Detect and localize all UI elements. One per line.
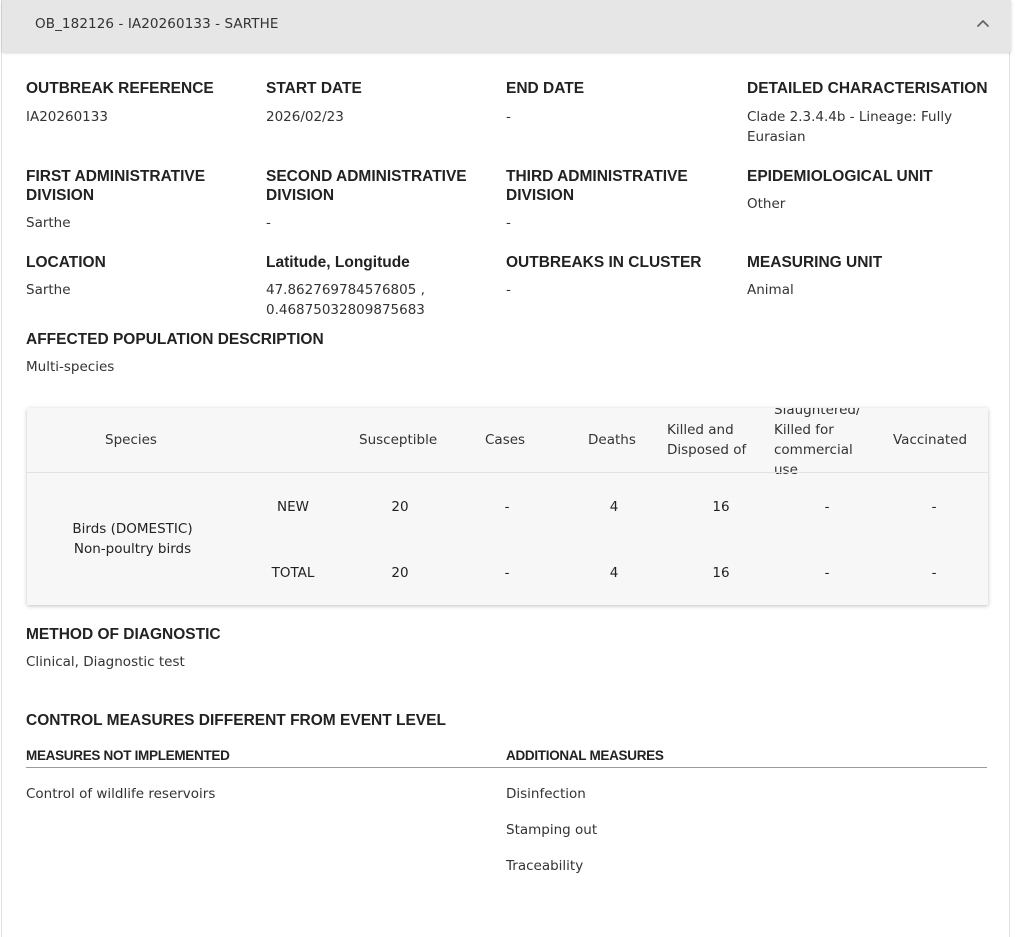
second-admin-label-line2: DIVISION bbox=[266, 187, 335, 204]
panel-title: OB_182126 - IA20260133 - SARTHE bbox=[35, 16, 279, 32]
lat-long-label: Latitude, Longitude bbox=[266, 254, 410, 271]
additional-measure-item: Disinfection bbox=[506, 786, 586, 802]
affected-population-label: AFFECTED POPULATION DESCRIPTION bbox=[26, 331, 324, 348]
divider bbox=[26, 767, 507, 768]
third-admin-label-line2: DIVISION bbox=[506, 187, 575, 204]
header-deaths: Deaths bbox=[588, 432, 636, 448]
end-date-label: END DATE bbox=[506, 80, 585, 97]
cell-cases: - bbox=[504, 499, 510, 515]
header-slaughtered-line1: Slaughtered/ bbox=[774, 408, 861, 418]
third-admin-value: - bbox=[506, 215, 511, 231]
detailed-characterisation-value-line1: Clade 2.3.4.4b - Lineage: Fully bbox=[747, 109, 953, 125]
affected-population-value: Multi-species bbox=[26, 359, 115, 375]
outbreaks-in-cluster-label: OUTBREAKS IN CLUSTER bbox=[506, 254, 702, 271]
cell-susceptible: 20 bbox=[391, 499, 409, 515]
cell-killed: 16 bbox=[712, 565, 730, 581]
first-admin-label-line2: DIVISION bbox=[26, 187, 95, 204]
species-name-line1: Birds (DOMESTIC) bbox=[72, 521, 193, 537]
additional-measure-item: Stamping out bbox=[506, 822, 598, 838]
outbreak-panel: OB_182126 - IA20260133 - SARTHE OUTBREAK… bbox=[1, 0, 1011, 937]
third-admin-label-line1: THIRD ADMINISTRATIVE bbox=[506, 168, 688, 185]
header-slaughtered-line4: use bbox=[774, 462, 798, 478]
additional-measures-label: ADDITIONAL MEASURES bbox=[506, 748, 664, 763]
measure-not-implemented-item: Control of wildlife reservoirs bbox=[26, 786, 216, 802]
cell-cases: - bbox=[504, 565, 510, 581]
method-of-diagnostic-label: METHOD OF DIAGNOSTIC bbox=[26, 626, 221, 643]
start-date-value: 2026/02/23 bbox=[266, 109, 344, 125]
row-type: NEW bbox=[277, 499, 309, 515]
cell-vaccinated: - bbox=[931, 499, 937, 515]
cell-deaths: 4 bbox=[609, 499, 619, 515]
location-label: LOCATION bbox=[26, 254, 106, 271]
header-killed-line1: Killed and bbox=[667, 422, 734, 438]
divider bbox=[506, 767, 987, 768]
location-value: Sarthe bbox=[26, 282, 71, 298]
cell-slaughtered: - bbox=[824, 565, 830, 581]
first-admin-value: Sarthe bbox=[26, 215, 71, 231]
header-cases: Cases bbox=[485, 432, 526, 448]
first-admin-label-line1: FIRST ADMINISTRATIVE bbox=[26, 168, 206, 185]
detailed-characterisation-label: DETAILED CHARACTERISATION bbox=[747, 80, 988, 97]
detailed-characterisation-value-line2: Eurasian bbox=[747, 129, 806, 145]
species-name-line2: Non-poultry birds bbox=[73, 541, 192, 557]
header-slaughtered-line2: Killed for bbox=[774, 422, 834, 438]
end-date-value: - bbox=[506, 109, 511, 125]
measuring-unit-value: Animal bbox=[747, 282, 794, 298]
header-vaccinated: Vaccinated bbox=[893, 432, 968, 448]
header-species: Species bbox=[105, 432, 157, 448]
header-susceptible: Susceptible bbox=[359, 432, 438, 448]
cell-vaccinated: - bbox=[931, 565, 937, 581]
measures-not-implemented-label: MEASURES NOT IMPLEMENTED bbox=[26, 748, 230, 763]
lat-long-value-line1: 47.862769784576805 , bbox=[266, 282, 425, 298]
lat-long-value-line2: 0.46875032809875683 bbox=[266, 302, 425, 318]
control-measures-title: CONTROL MEASURES DIFFERENT FROM EVENT LE… bbox=[26, 712, 446, 729]
second-admin-value: - bbox=[266, 215, 271, 231]
method-of-diagnostic-value: Clinical, Diagnostic test bbox=[26, 654, 185, 670]
second-admin-label-line1: SECOND ADMINISTRATIVE bbox=[266, 168, 467, 185]
table-header-divider bbox=[27, 472, 988, 473]
epidemiological-unit-value: Other bbox=[747, 196, 786, 212]
species-table: Species Susceptible Cases Deaths Killed … bbox=[27, 408, 988, 605]
chevron-up-icon[interactable] bbox=[973, 14, 993, 34]
header-killed-line2: Disposed of bbox=[667, 442, 747, 458]
outbreak-reference-label: OUTBREAK REFERENCE bbox=[26, 80, 214, 97]
cell-deaths: 4 bbox=[609, 565, 619, 581]
outbreak-reference-value: IA20260133 bbox=[26, 109, 108, 125]
header-slaughtered-line3: commercial bbox=[774, 442, 853, 458]
row-type: TOTAL bbox=[271, 565, 315, 581]
start-date-label: START DATE bbox=[266, 80, 362, 97]
panel-header[interactable]: OB_182126 - IA20260133 - SARTHE bbox=[2, 0, 1011, 52]
outbreaks-in-cluster-value: - bbox=[506, 282, 511, 298]
additional-measure-item: Traceability bbox=[506, 858, 584, 874]
cell-slaughtered: - bbox=[824, 499, 830, 515]
cell-susceptible: 20 bbox=[391, 565, 409, 581]
epidemiological-unit-label: EPIDEMIOLOGICAL UNIT bbox=[747, 168, 933, 185]
cell-killed: 16 bbox=[712, 499, 730, 515]
measuring-unit-label: MEASURING UNIT bbox=[747, 254, 883, 271]
